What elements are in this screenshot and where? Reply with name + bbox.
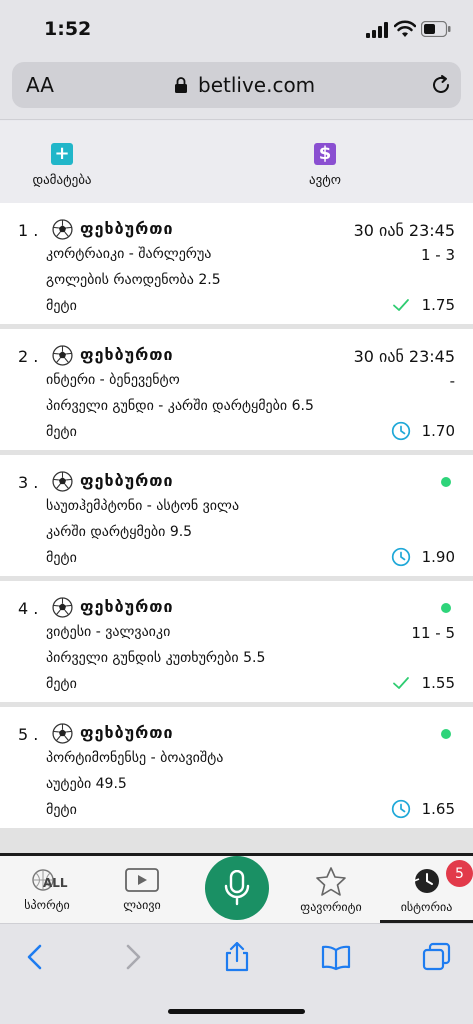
- dollar-icon: $: [314, 143, 336, 165]
- match-teams: საუთჰემპტონი - ასტონ ვილა: [46, 498, 240, 514]
- nav-favorites[interactable]: ფავორიტი: [290, 866, 372, 914]
- wifi-icon: [394, 20, 416, 37]
- bet-item[interactable]: 3 . ფეხბურთი საუთჰემპტონი - ასტონ ვილა კ…: [0, 455, 473, 576]
- bottom-navigation: ALL სპორტი ლაივი ფავორიტი ისტორია 5: [0, 853, 473, 923]
- bet-odds: 1.75: [421, 296, 455, 314]
- home-indicator: [168, 1009, 305, 1014]
- live-indicator: [441, 603, 451, 613]
- battery-icon: [421, 21, 451, 37]
- bet-outcome: მეტი: [46, 550, 77, 566]
- bet-index: 4 .: [18, 599, 39, 618]
- bet-index: 2 .: [18, 347, 39, 366]
- bet-list: 1 . ფეხბურთი 30 იან 23:45 კორტრაიკი - შა…: [0, 203, 473, 853]
- live-indicator: [441, 729, 451, 739]
- bet-outcome: მეტი: [46, 298, 77, 314]
- match-teams: პორტიმონენსე - ბოავიშტა: [46, 750, 224, 766]
- bet-outcome: მეტი: [46, 676, 77, 692]
- match-teams: ინტერი - ბენევენტო: [46, 372, 180, 388]
- soccer-ball-icon: [52, 723, 73, 744]
- bet-market: პირველი გუნდის კუთხურები 5.5: [46, 650, 266, 666]
- bet-market: აუტები 49.5: [46, 776, 127, 792]
- bet-odds: 1.90: [421, 548, 455, 566]
- bet-index: 3 .: [18, 473, 39, 492]
- all-sports-icon: ALL: [27, 866, 68, 894]
- soccer-ball-icon: [52, 471, 73, 492]
- url-text[interactable]: betlive.com: [198, 73, 315, 97]
- bet-odds: 1.70: [421, 422, 455, 440]
- back-arrow-icon[interactable]: [20, 942, 50, 972]
- bet-outcome: მეტი: [46, 424, 77, 440]
- sport-name: ფეხბურთი: [80, 597, 174, 616]
- match-score: 1 - 3: [420, 246, 455, 264]
- history-icon: [412, 869, 439, 893]
- star-icon: [316, 867, 346, 896]
- checkmark-icon: [393, 677, 409, 689]
- text-size-button[interactable]: AA: [26, 73, 54, 97]
- bet-index: 5 .: [18, 725, 39, 744]
- match-teams: ვიტესი - ვალვაიკი: [46, 624, 171, 640]
- bookmarks-icon[interactable]: [321, 942, 351, 972]
- tabs-icon[interactable]: [421, 942, 451, 972]
- nav-history-label: ისტორია: [400, 900, 453, 914]
- forward-arrow-icon[interactable]: [118, 942, 148, 972]
- bet-item[interactable]: 1 . ფეხბურთი 30 იან 23:45 კორტრაიკი - შა…: [0, 203, 473, 324]
- sport-name: ფეხბურთი: [80, 471, 174, 490]
- match-score: 11 - 5: [411, 624, 455, 642]
- clock-icon: [391, 799, 411, 819]
- bet-item[interactable]: 2 . ფეხბურთი 30 იან 23:45 ინტერი - ბენევ…: [0, 329, 473, 450]
- bet-market: კარში დარტყმები 9.5: [46, 524, 193, 540]
- play-video-icon: [125, 868, 159, 892]
- auto-bet-label: ავტო: [309, 173, 341, 188]
- bet-odds: 1.65: [421, 800, 455, 818]
- sport-name: ფეხბურთი: [80, 723, 174, 742]
- soccer-ball-icon: [52, 345, 73, 366]
- live-indicator: [441, 477, 451, 487]
- bet-item[interactable]: 5 . ფეხბურთი პორტიმონენსე - ბოავიშტა აუტ…: [0, 707, 473, 828]
- soccer-ball-icon: [52, 597, 73, 618]
- clock-icon: [391, 547, 411, 567]
- match-score: -: [449, 372, 455, 390]
- history-count-badge: 5: [446, 860, 473, 887]
- reload-icon[interactable]: [430, 74, 452, 96]
- bet-market: გოლების რაოდენობა 2.5: [46, 272, 221, 288]
- bet-outcome: მეტი: [46, 802, 77, 818]
- bet-index: 1 .: [18, 221, 39, 240]
- match-date: 30 იან 23:45: [353, 221, 455, 240]
- bet-item[interactable]: 4 . ფეხბურთი ვიტესი - ვალვაიკი 11 - 5 პი…: [0, 581, 473, 702]
- match-date: 30 იან 23:45: [353, 347, 455, 366]
- nav-live-label: ლაივი: [123, 898, 161, 912]
- share-icon[interactable]: [222, 942, 252, 972]
- ios-status-bar: 1:52: [0, 0, 473, 58]
- sports-all-text: ALL: [43, 876, 68, 890]
- nav-favorites-label: ფავორიტი: [300, 900, 362, 914]
- bet-odds: 1.55: [421, 674, 455, 692]
- microphone-icon: [224, 870, 250, 906]
- address-bar[interactable]: AA betlive.com: [12, 62, 461, 108]
- soccer-ball-icon: [52, 219, 73, 240]
- browser-address-area: AA betlive.com: [0, 58, 473, 120]
- status-time: 1:52: [44, 18, 92, 40]
- lock-icon: [175, 77, 187, 93]
- bet-market: პირველი გუნდი - კარში დარტყმები 6.5: [46, 398, 314, 414]
- nav-sports[interactable]: ALL სპორტი: [12, 866, 82, 912]
- nav-sports-label: სპორტი: [24, 898, 70, 912]
- sport-name: ფეხბურთი: [80, 345, 174, 364]
- clock-icon: [391, 421, 411, 441]
- sport-name: ფეხბურთი: [80, 219, 174, 238]
- plus-icon: +: [51, 143, 73, 165]
- checkmark-icon: [393, 299, 409, 311]
- match-teams: კორტრაიკი - შარლერუა: [46, 246, 212, 262]
- auto-bet-button[interactable]: $ ავტო: [265, 143, 385, 188]
- cellular-signal-icon: [366, 22, 388, 38]
- voice-search-button[interactable]: [205, 856, 269, 920]
- add-bet-label: დამატება: [32, 173, 92, 188]
- bet-toolbar: + დამატება $ ავტო: [0, 121, 473, 203]
- nav-live[interactable]: ლაივი: [107, 866, 177, 912]
- add-bet-button[interactable]: + დამატება: [2, 143, 122, 188]
